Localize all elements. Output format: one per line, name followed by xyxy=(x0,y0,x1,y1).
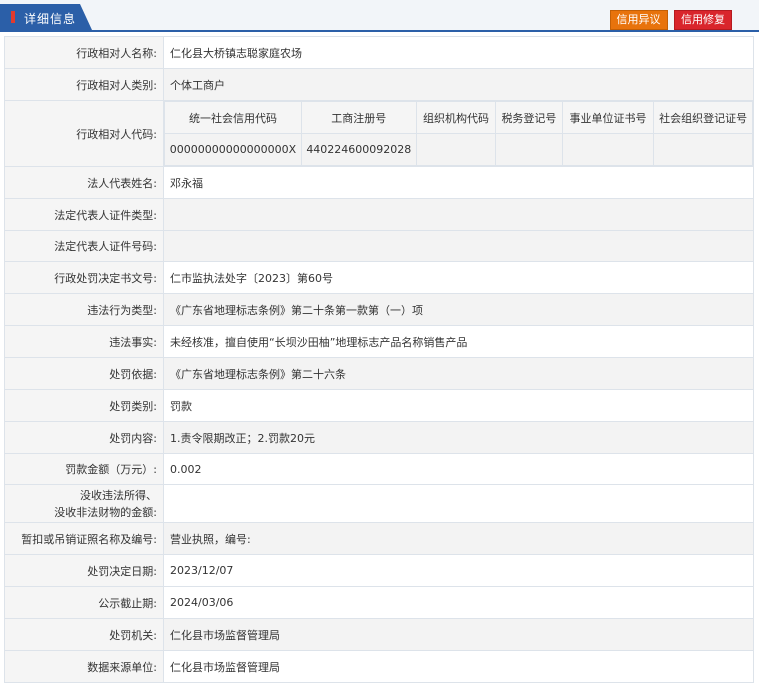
row-penalty-authority: 处罚机关: 仁化县市场监督管理局 xyxy=(4,618,754,651)
row-decision-date: 处罚决定日期: 2023/12/07 xyxy=(4,554,754,587)
field-label-line2: 没收非法财物的金额: xyxy=(54,505,157,519)
field-label: 处罚机关: xyxy=(4,618,164,651)
field-label: 处罚决定日期: xyxy=(4,554,164,587)
code-value-institution-cert xyxy=(561,133,655,166)
field-label: 违法行为类型: xyxy=(4,293,164,326)
row-violation-type: 违法行为类型: 《广东省地理标志条例》第二十条第一款第（一）项 xyxy=(4,293,754,326)
row-penalty-category: 处罚类别: 罚款 xyxy=(4,389,754,422)
row-party-codes: 行政相对人代码: 统一社会信用代码 工商注册号 组织机构代码 税务登记号 事业单… xyxy=(4,100,754,167)
code-value-business-reg: 440224600092028 xyxy=(300,133,417,166)
field-label: 行政相对人类别: xyxy=(4,68,164,101)
row-penalty-content: 处罚内容: 1.责令限期改正；2.罚款20元 xyxy=(4,421,754,454)
field-value: 未经核准，擅自使用“长坝沙田柚”地理标志产品名称销售产品 xyxy=(163,325,754,358)
row-legal-rep-name: 法人代表姓名: 邓永福 xyxy=(4,166,754,199)
field-value: 仁化县市场监督管理局 xyxy=(163,650,754,683)
field-value xyxy=(163,198,754,231)
field-label: 处罚内容: xyxy=(4,421,164,454)
row-legal-rep-id-type: 法定代表人证件类型: xyxy=(4,198,754,231)
row-violation-facts: 违法事实: 未经核准，擅自使用“长坝沙田柚”地理标志产品名称销售产品 xyxy=(4,325,754,358)
field-value xyxy=(163,484,754,523)
field-value: 仁市监执法处字〔2023〕第60号 xyxy=(163,261,754,294)
field-value xyxy=(163,230,754,262)
code-header-credit: 统一社会信用代码 xyxy=(164,101,302,134)
field-label: 数据来源单位: xyxy=(4,650,164,683)
field-value: 营业执照，编号: xyxy=(163,522,754,555)
row-party-type: 行政相对人类别: 个体工商户 xyxy=(4,68,754,101)
codes-cell: 统一社会信用代码 工商注册号 组织机构代码 税务登记号 事业单位证书号 社会组织… xyxy=(163,100,754,167)
codes-header-row: 统一社会信用代码 工商注册号 组织机构代码 税务登记号 事业单位证书号 社会组织… xyxy=(164,101,753,134)
field-label: 处罚类别: xyxy=(4,389,164,422)
code-value-social-org xyxy=(653,133,753,166)
detail-header: 详细信息 信用异议 信用修复 xyxy=(0,0,759,32)
code-value-credit: 00000000000000000X xyxy=(164,133,302,166)
field-value: 仁化县市场监督管理局 xyxy=(163,618,754,651)
row-publicity-deadline: 公示截止期: 2024/03/06 xyxy=(4,586,754,619)
code-header-tax-reg: 税务登记号 xyxy=(495,101,563,134)
row-penalty-basis: 处罚依据: 《广东省地理标志条例》第二十六条 xyxy=(4,357,754,390)
credit-repair-button[interactable]: 信用修复 xyxy=(674,10,732,30)
detail-tab: 详细信息 xyxy=(0,4,92,30)
field-label: 处罚依据: xyxy=(4,357,164,390)
field-label: 行政相对人名称: xyxy=(4,36,164,69)
header-buttons: 信用异议 信用修复 xyxy=(607,10,732,30)
row-decision-number: 行政处罚决定书文号: 仁市监执法处字〔2023〕第60号 xyxy=(4,261,754,294)
field-label: 行政处罚决定书文号: xyxy=(4,261,164,294)
field-value: 2024/03/06 xyxy=(163,586,754,619)
field-label: 罚款金额（万元）: xyxy=(4,453,164,485)
code-header-institution-cert: 事业单位证书号 xyxy=(561,101,655,134)
field-label: 没收违法所得、 没收非法财物的金额: xyxy=(4,484,164,523)
field-label: 违法事实: xyxy=(4,325,164,358)
row-data-source: 数据来源单位: 仁化县市场监督管理局 xyxy=(4,650,754,683)
codes-table: 统一社会信用代码 工商注册号 组织机构代码 税务登记号 事业单位证书号 社会组织… xyxy=(164,101,753,166)
tab-title: 详细信息 xyxy=(24,12,77,26)
field-value: 《广东省地理标志条例》第二十六条 xyxy=(163,357,754,390)
row-party-name: 行政相对人名称: 仁化县大桥镇志聪家庭农场 xyxy=(4,36,754,69)
code-value-org-code xyxy=(415,133,497,166)
field-value: 邓永福 xyxy=(163,166,754,199)
field-label: 法定代表人证件号码: xyxy=(4,230,164,262)
detail-table: 行政相对人名称: 仁化县大桥镇志聪家庭农场 行政相对人类别: 个体工商户 行政相… xyxy=(4,36,754,683)
row-confiscation-amount: 没收违法所得、 没收非法财物的金额: xyxy=(4,484,754,523)
field-label: 公示截止期: xyxy=(4,586,164,619)
field-label: 法定代表人证件类型: xyxy=(4,198,164,231)
credit-objection-button[interactable]: 信用异议 xyxy=(609,10,668,30)
field-label: 行政相对人代码: xyxy=(4,100,164,167)
field-value: 罚款 xyxy=(163,389,754,422)
row-legal-rep-id-number: 法定代表人证件号码: xyxy=(4,230,754,262)
field-value: 《广东省地理标志条例》第二十条第一款第（一）项 xyxy=(163,293,754,326)
code-value-tax-reg xyxy=(495,133,563,166)
field-label: 暂扣或吊销证照名称及编号: xyxy=(4,522,164,555)
codes-value-row: 00000000000000000X 440224600092028 xyxy=(164,133,753,166)
field-value: 个体工商户 xyxy=(163,68,754,101)
code-header-org-code: 组织机构代码 xyxy=(415,101,497,134)
field-value: 0.002 xyxy=(163,453,754,485)
field-value: 2023/12/07 xyxy=(163,554,754,587)
code-header-business-reg: 工商注册号 xyxy=(300,101,417,134)
row-license-revocation: 暂扣或吊销证照名称及编号: 营业执照，编号: xyxy=(4,522,754,555)
field-label: 法人代表姓名: xyxy=(4,166,164,199)
field-label-line1: 没收违法所得、 xyxy=(80,488,157,502)
row-fine-amount: 罚款金额（万元）: 0.002 xyxy=(4,453,754,485)
field-value: 1.责令限期改正；2.罚款20元 xyxy=(163,421,754,454)
field-value: 仁化县大桥镇志聪家庭农场 xyxy=(163,36,754,69)
tab-marker-icon xyxy=(11,11,15,23)
code-header-social-org: 社会组织登记证号 xyxy=(653,101,753,134)
